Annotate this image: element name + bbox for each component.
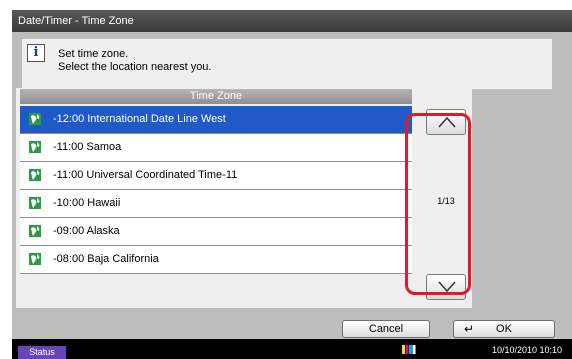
action-bar: Cancel ↵ OK (12, 319, 572, 339)
list-item-label: -10:00 Hawaii (53, 197, 121, 209)
list-item-label: -12:00 International Date Line West (53, 113, 226, 125)
list-item[interactable]: -11:00 Universal Coordinated Time-11 (20, 162, 412, 190)
globe-icon (29, 141, 41, 153)
cancel-label: Cancel (368, 323, 404, 335)
list-item[interactable]: -12:00 International Date Line West (20, 106, 412, 134)
status-bar: Status 10/10/2010 10:10 (12, 339, 572, 359)
list-item-label: -11:00 Samoa (53, 141, 122, 153)
datetime: 10/10/2010 10:10 (492, 345, 563, 355)
list-item[interactable]: -11:00 Samoa (20, 134, 412, 162)
info-box: i Set time zone. Select the location nea… (22, 39, 552, 89)
info-text-line1: Set time zone. (58, 48, 129, 60)
list-item-label: -08:00 Baja California (53, 253, 159, 265)
list-item[interactable]: -10:00 Hawaii (20, 190, 412, 218)
globe-icon (29, 253, 41, 265)
title-bar: Date/Timer - Time Zone (12, 10, 572, 32)
globe-icon (29, 225, 41, 237)
scroll-highlight-outline (405, 113, 471, 295)
list-item-label: -11:00 Universal Coordinated Time-11 (53, 169, 238, 181)
window-title: Date/Timer - Time Zone (18, 15, 134, 27)
list-item-label: -09:00 Alaska (53, 225, 120, 237)
enter-icon: ↵ (464, 322, 475, 336)
toner-icon (402, 345, 416, 354)
list-item[interactable]: -08:00 Baja California (20, 246, 412, 274)
info-text-line2: Select the location nearest you. (58, 61, 212, 73)
info-icon: i (27, 44, 45, 62)
list-item[interactable]: -09:00 Alaska (20, 218, 412, 246)
ok-label: OK (496, 323, 512, 335)
time-zone-list: Time Zone -12:00 International Date Line… (16, 88, 472, 308)
ok-button[interactable]: ↵ OK (453, 320, 555, 338)
status-button[interactable]: Status (18, 346, 66, 359)
globe-icon (29, 169, 41, 181)
cancel-button[interactable]: Cancel (342, 320, 430, 338)
screen: Date/Timer - Time Zone i Set time zone. … (12, 10, 572, 359)
main-panel: i Set time zone. Select the location nea… (12, 32, 572, 319)
list-header: Time Zone (20, 89, 412, 104)
globe-icon (29, 113, 41, 125)
list-rows: -12:00 International Date Line West -11:0… (20, 106, 412, 274)
globe-icon (29, 197, 41, 209)
